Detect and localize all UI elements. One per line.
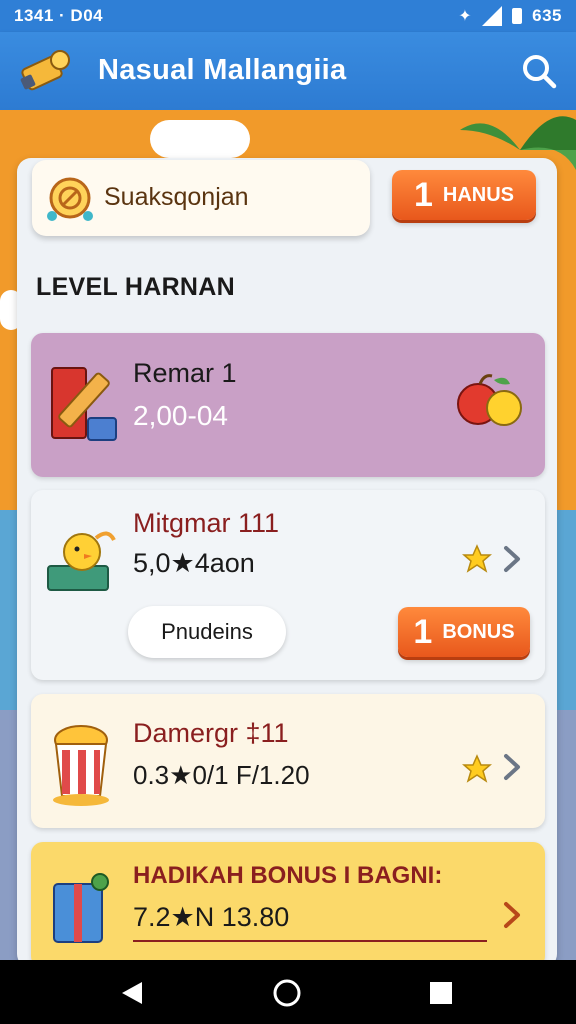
- popcorn-bucket-icon: [53, 725, 109, 806]
- telescope-logo-icon[interactable]: [18, 46, 74, 96]
- app-bar: Nasual Mallangiia: [0, 32, 576, 110]
- row-4-name: HADIKAH BONUS I BAGNI:: [133, 862, 443, 889]
- row-4-value: 7.2★N 13.80: [133, 902, 290, 932]
- navigation-bar: [0, 960, 576, 1024]
- star-icon: [462, 754, 492, 783]
- vibrate-icon: ✦: [458, 8, 473, 25]
- bonus-button[interactable]: 1 BONUS: [398, 607, 530, 657]
- row-1-value: 2,00-04: [133, 400, 228, 431]
- app-title: Nasual Mallangiia: [98, 54, 347, 86]
- row-2-name: Mitgmar 111: [133, 508, 280, 538]
- hanus-button-text: HANUS: [442, 183, 515, 206]
- search-icon[interactable]: [520, 52, 558, 90]
- section-title: LEVEL HARNAN: [36, 273, 235, 301]
- row-4-underline: [133, 940, 487, 942]
- status-right-text: 635: [532, 6, 562, 25]
- bonus-button-text: BONUS: [442, 620, 515, 643]
- battery-icon: [512, 8, 523, 24]
- chevron-right-icon[interactable]: [502, 544, 522, 574]
- status-icons: ✦ 635: [458, 6, 562, 26]
- back-icon[interactable]: [120, 980, 144, 1006]
- chick-on-book-icon: [47, 531, 116, 591]
- hanus-button-number: 1: [413, 175, 433, 214]
- status-bar: 1341 · D04 ✦ 635: [0, 0, 576, 32]
- star-icon: [462, 544, 492, 573]
- compass-icon: [47, 177, 93, 221]
- row-2-value: 5,0★4aon: [133, 548, 255, 578]
- pnudeins-pill[interactable]: Pnudeins: [128, 606, 286, 658]
- gift-box-icon: [53, 873, 109, 943]
- row-3-value: 0.3★0/1 F/1.20: [133, 760, 310, 790]
- chevron-right-icon[interactable]: [502, 752, 522, 782]
- tab-label: Suaksqonjan: [104, 183, 249, 211]
- hanus-button[interactable]: 1 HANUS: [392, 170, 536, 220]
- apple-fruit-icon: [457, 374, 522, 426]
- recents-icon[interactable]: [428, 980, 454, 1006]
- chevron-right-icon[interactable]: [502, 900, 522, 930]
- row-1-name: Remar 1: [133, 358, 237, 388]
- row-3-name: Damergr ‡11: [133, 718, 289, 748]
- signal-icon: [482, 6, 503, 26]
- books-icon: [51, 367, 117, 441]
- cloud: [150, 120, 250, 158]
- bonus-button-number: 1: [413, 612, 433, 651]
- home-icon[interactable]: [272, 978, 302, 1008]
- status-time: 1341 · D04: [14, 6, 104, 25]
